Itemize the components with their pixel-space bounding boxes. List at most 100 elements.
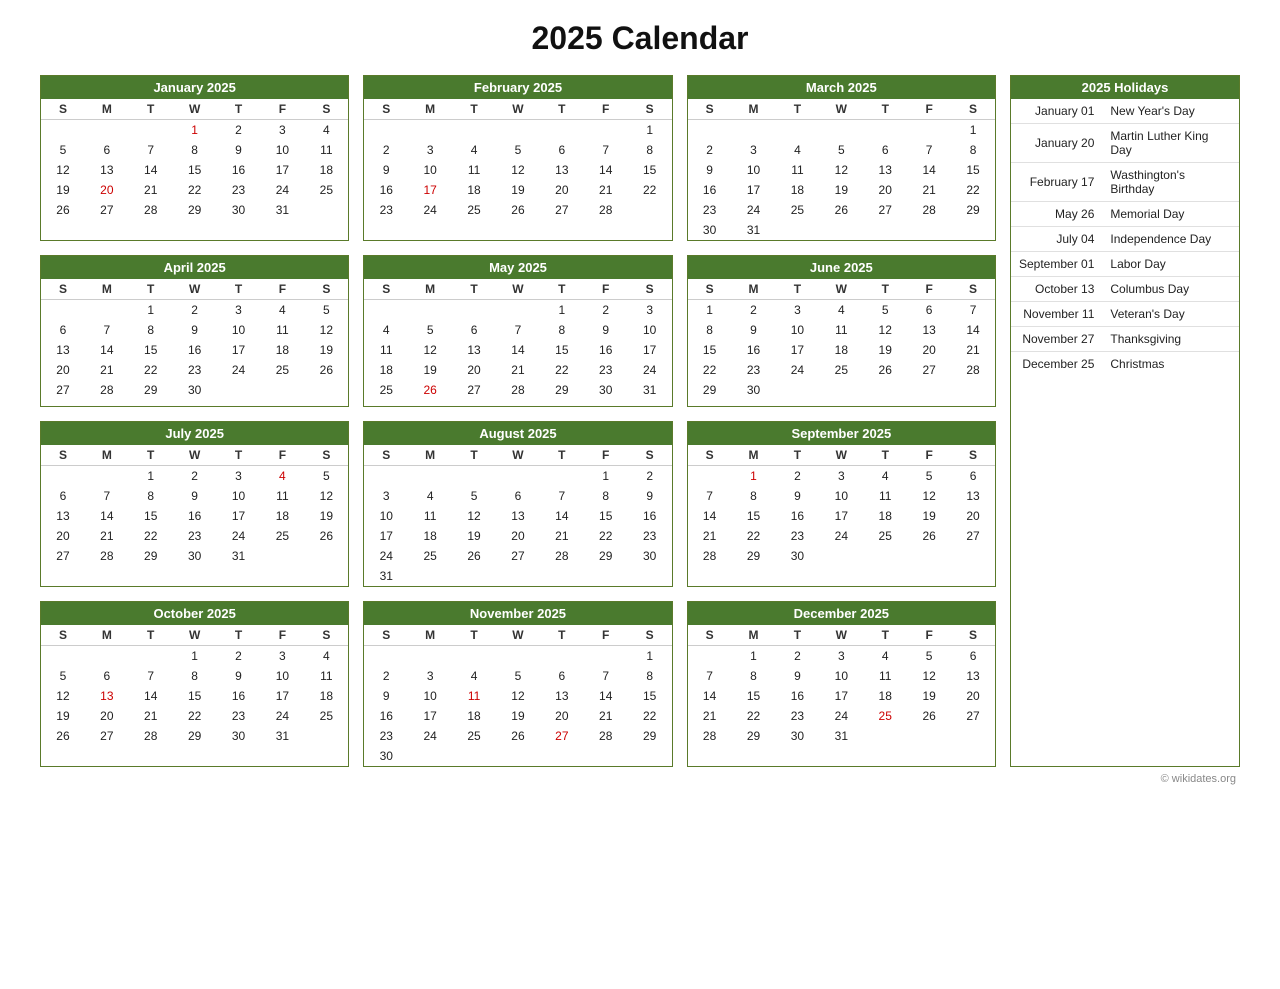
calendar-day: 2 (173, 300, 217, 321)
calendar-day: 19 (304, 506, 348, 526)
day-header: S (364, 99, 408, 120)
calendar-day (688, 646, 732, 667)
calendar-day (907, 120, 951, 141)
calendar-day: 13 (951, 666, 995, 686)
day-header: F (260, 625, 304, 646)
day-header: W (819, 445, 863, 466)
calendar-day (260, 220, 304, 226)
day-header: M (732, 625, 776, 646)
calendar-day: 12 (863, 320, 907, 340)
calendar-day (775, 566, 819, 572)
calendar-day: 11 (775, 160, 819, 180)
calendar-day (628, 200, 672, 220)
calendar-day (775, 220, 819, 240)
calendar-day: 4 (819, 300, 863, 321)
calendar-day: 17 (732, 180, 776, 200)
holiday-date: December 25 (1011, 352, 1102, 377)
month-block-1: January 2025SMTWTFS123456789101112131415… (40, 75, 349, 241)
calendar-day: 8 (129, 320, 173, 340)
calendar-day: 14 (496, 340, 540, 360)
calendar-day (364, 220, 408, 226)
calendar-day: 16 (775, 686, 819, 706)
calendar-day (364, 120, 408, 141)
calendar-day: 11 (408, 506, 452, 526)
calendar-day (819, 746, 863, 752)
holiday-date: October 13 (1011, 277, 1102, 302)
day-header: T (217, 625, 261, 646)
calendar-day: 28 (129, 200, 173, 220)
calendar-day (863, 546, 907, 566)
calendar-day (129, 120, 173, 141)
calendar-day (452, 646, 496, 667)
calendar-day: 30 (173, 380, 217, 400)
calendar-day: 16 (732, 340, 776, 360)
calendar-day: 27 (452, 380, 496, 400)
month-block-9: September 2025SMTWTFS1234567891011121314… (687, 421, 996, 587)
calendar-day (819, 220, 863, 240)
calendar-day: 16 (688, 180, 732, 200)
calendar-day: 8 (129, 486, 173, 506)
holiday-date: November 11 (1011, 302, 1102, 327)
day-header: S (41, 279, 85, 300)
calendar-day: 22 (173, 706, 217, 726)
calendar-day: 10 (217, 320, 261, 340)
calendar-day: 7 (951, 300, 995, 321)
calendar-day: 3 (260, 646, 304, 667)
calendar-day: 29 (732, 546, 776, 566)
calendar-day (408, 646, 452, 667)
calendar-day: 7 (584, 666, 628, 686)
calendar-day (217, 400, 261, 406)
calendar-day: 9 (364, 160, 408, 180)
calendar-day: 14 (951, 320, 995, 340)
page-title: 2025 Calendar (20, 20, 1260, 57)
calendar-day: 18 (452, 180, 496, 200)
calendar-day: 12 (41, 160, 85, 180)
calendar-day (129, 746, 173, 752)
calendar-day (584, 646, 628, 667)
calendar-day: 22 (540, 360, 584, 380)
calendar-day: 17 (628, 340, 672, 360)
month-header-10: October 2025 (41, 602, 348, 625)
calendar-day (173, 220, 217, 226)
calendar-day: 6 (41, 320, 85, 340)
calendar-day: 9 (217, 666, 261, 686)
calendar-day: 21 (496, 360, 540, 380)
day-header: S (951, 445, 995, 466)
calendar-day: 7 (688, 666, 732, 686)
calendar-day: 19 (41, 706, 85, 726)
day-header: S (41, 625, 85, 646)
month-table-5: SMTWTFS123456789101112131415161718192021… (364, 279, 671, 406)
calendar-day: 6 (496, 486, 540, 506)
calendar-day: 15 (584, 506, 628, 526)
day-header: W (173, 625, 217, 646)
calendar-day: 17 (260, 686, 304, 706)
calendar-day: 11 (304, 140, 348, 160)
calendar-day (496, 566, 540, 586)
calendar-day (304, 400, 348, 406)
calendar-day (775, 380, 819, 400)
calendar-day: 10 (819, 486, 863, 506)
calendar-day: 19 (452, 526, 496, 546)
calendar-day (85, 300, 129, 321)
calendar-day: 12 (819, 160, 863, 180)
calendar-day: 31 (628, 380, 672, 400)
calendar-day: 4 (260, 300, 304, 321)
calendar-day: 12 (496, 686, 540, 706)
calendar-day: 6 (951, 466, 995, 487)
calendar-day: 13 (41, 506, 85, 526)
calendar-day: 14 (129, 686, 173, 706)
calendar-day: 8 (732, 486, 776, 506)
day-header: T (217, 279, 261, 300)
day-header: W (496, 625, 540, 646)
calendar-day: 27 (540, 200, 584, 220)
calendar-day: 29 (173, 726, 217, 746)
calendar-day (41, 746, 85, 752)
calendar-day (863, 746, 907, 752)
calendar-day: 5 (41, 666, 85, 686)
calendar-day (628, 746, 672, 766)
calendar-day: 7 (85, 486, 129, 506)
calendar-day: 1 (732, 646, 776, 667)
calendar-day: 20 (951, 686, 995, 706)
calendar-day: 16 (173, 340, 217, 360)
calendar-day: 19 (863, 340, 907, 360)
